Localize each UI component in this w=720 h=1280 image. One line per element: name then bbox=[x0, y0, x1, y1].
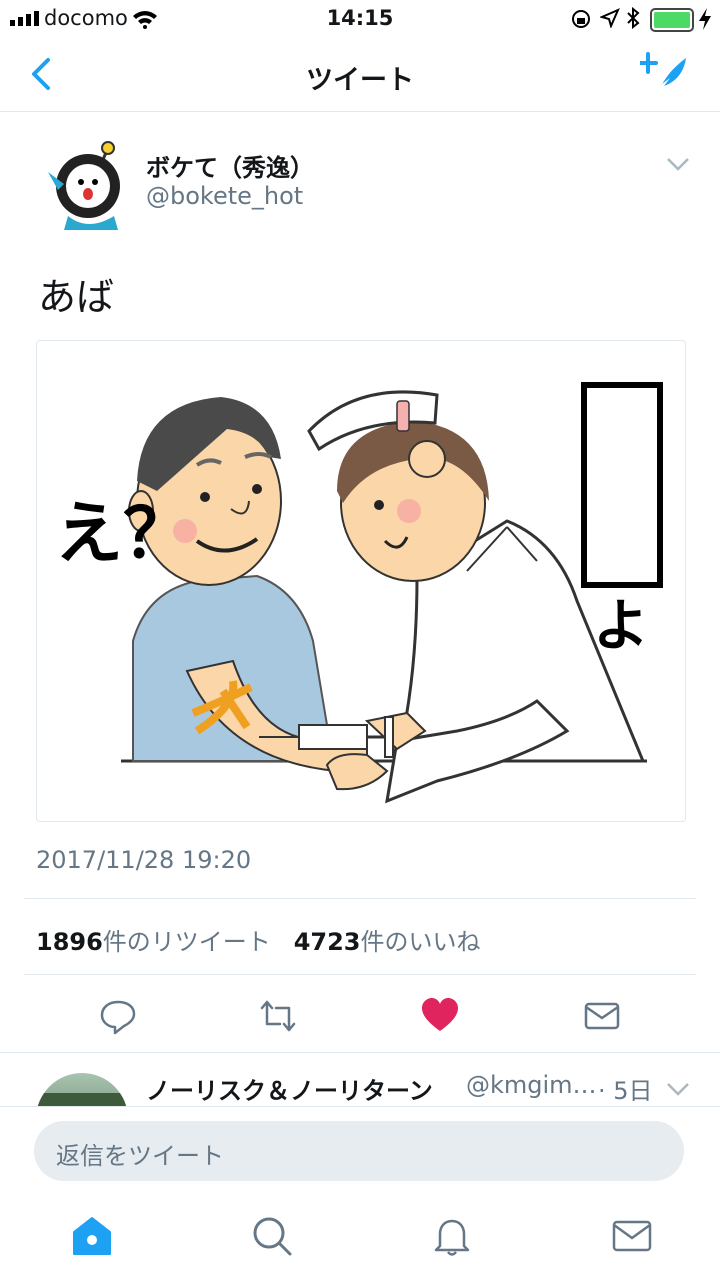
rotation-lock-icon bbox=[572, 10, 590, 28]
nurse-illustration: え？ よ bbox=[55, 382, 663, 804]
tweet-text: あば bbox=[38, 275, 115, 319]
location-icon bbox=[600, 8, 620, 28]
like-label: 件のいいね bbox=[360, 928, 481, 956]
nav-bar: ツイート bbox=[0, 38, 720, 112]
reply-preview[interactable]: ノーリスク＆ノーリターン @kmgim… · 5日 bbox=[0, 1052, 720, 1109]
battery-icon bbox=[650, 8, 694, 32]
reply-avatar[interactable] bbox=[36, 1073, 128, 1109]
page-title: ツイート bbox=[306, 65, 414, 96]
charging-icon bbox=[699, 8, 711, 30]
tweet-stats: 1896件のリツイート 4723件のいいね bbox=[36, 922, 480, 957]
retweet-count: 1896 bbox=[36, 928, 103, 956]
bluetooth-icon bbox=[627, 7, 640, 29]
reply-handle[interactable]: @kmgim… bbox=[466, 1071, 597, 1099]
reply-display-name[interactable]: ノーリスク＆ノーリターン bbox=[146, 1071, 433, 1106]
caption-left: え？ bbox=[55, 495, 191, 574]
reply-icon[interactable] bbox=[98, 996, 138, 1036]
heart-icon[interactable] bbox=[420, 996, 460, 1036]
chevron-down-icon[interactable] bbox=[666, 1081, 690, 1097]
divider bbox=[24, 898, 696, 899]
divider bbox=[24, 974, 696, 975]
like-count: 4723 bbox=[293, 928, 361, 956]
reply-composer: 返信をツイート bbox=[0, 1106, 720, 1197]
tweet-image[interactable]: え？ よ bbox=[36, 340, 686, 822]
search-icon[interactable] bbox=[250, 1214, 294, 1258]
message-icon[interactable] bbox=[582, 996, 622, 1036]
tweet-timestamp: 2017/11/28 19:20 bbox=[36, 846, 252, 874]
avatar[interactable] bbox=[44, 140, 124, 232]
tweet-actions bbox=[0, 986, 720, 1042]
chevron-down-icon[interactable] bbox=[666, 156, 690, 172]
status-bar: docomo 14:15 bbox=[0, 0, 720, 38]
like-stat[interactable]: 4723件のいいね bbox=[294, 928, 481, 956]
notifications-icon[interactable] bbox=[430, 1214, 474, 1258]
display-name[interactable]: ボケて（秀逸） bbox=[146, 148, 314, 183]
messages-icon[interactable] bbox=[610, 1214, 654, 1258]
user-handle[interactable]: @bokete_hot bbox=[146, 182, 303, 210]
home-icon[interactable] bbox=[70, 1214, 114, 1258]
compose-tweet-icon[interactable] bbox=[640, 52, 690, 96]
reply-input[interactable]: 返信をツイート bbox=[34, 1121, 684, 1181]
caption-right: よ bbox=[593, 594, 649, 659]
reply-time: · 5日 bbox=[598, 1077, 653, 1105]
retweet-icon[interactable] bbox=[258, 996, 298, 1036]
retweet-label: 件のリツイート bbox=[102, 928, 271, 956]
tab-bar bbox=[0, 1196, 720, 1280]
retweet-stat[interactable]: 1896件のリツイート bbox=[36, 928, 271, 956]
reply-placeholder: 返信をツイート bbox=[56, 1142, 224, 1170]
